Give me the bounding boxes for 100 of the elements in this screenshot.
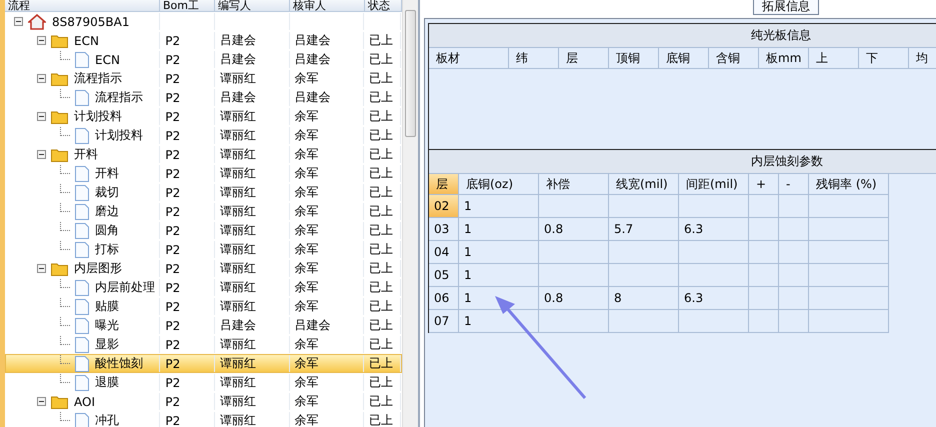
- collapse-icon[interactable]: [37, 397, 46, 406]
- table-cell: 余军: [294, 127, 319, 144]
- table-cell: P2: [165, 376, 180, 390]
- table-cell: [679, 195, 749, 218]
- table-cell: 已上: [369, 32, 394, 49]
- table-cell: 吕建会: [294, 89, 331, 106]
- scroll-thumb[interactable]: [405, 10, 416, 137]
- collapse-icon[interactable]: [37, 150, 46, 159]
- collapse-icon[interactable]: [37, 74, 46, 83]
- table-cell: 谭丽红: [220, 203, 256, 220]
- table-cell: [609, 241, 679, 264]
- table-cell: 5.7: [609, 218, 679, 241]
- document-icon: [75, 90, 89, 106]
- table-cell: P2: [165, 242, 180, 256]
- table-cell: [749, 287, 779, 310]
- tree-row[interactable]: 流程指示 P2 谭丽红 余军 已上: [5, 69, 402, 88]
- table-cell: 谭丽红: [220, 241, 256, 258]
- column-header: 间距(mil): [679, 174, 749, 195]
- table-cell: [779, 287, 809, 310]
- collapse-icon[interactable]: [37, 36, 46, 45]
- table-cell: 余军: [294, 241, 319, 258]
- tree-label: AOI: [74, 394, 95, 408]
- row-header[interactable]: 02: [429, 195, 459, 218]
- row-header[interactable]: 07: [429, 310, 459, 333]
- document-icon: [75, 166, 89, 182]
- house-icon: [28, 14, 46, 30]
- tree-row[interactable]: 磨边 P2 谭丽红 余军 已上: [5, 202, 402, 221]
- tree-label: 裁切: [95, 184, 119, 201]
- tree-row[interactable]: 曝光 P2 吕建会 吕建会 已上: [5, 316, 402, 335]
- table-cell: [749, 241, 779, 264]
- splitter-handle[interactable]: [418, 0, 420, 427]
- column-header: 顶铜: [609, 48, 659, 69]
- table-cell: P2: [165, 224, 180, 238]
- tree-row[interactable]: ECN P2 吕建会 吕建会 已上: [5, 31, 402, 50]
- table-cell: P2: [165, 300, 180, 314]
- table-cell: 谭丽红: [220, 336, 256, 353]
- row-header[interactable]: 04: [429, 241, 459, 264]
- collapse-icon[interactable]: [14, 17, 23, 26]
- tree-row[interactable]: 裁切 P2 谭丽红 余军 已上: [5, 183, 402, 202]
- collapse-icon[interactable]: [37, 112, 46, 121]
- column-header[interactable]: 流程: [5, 0, 160, 11]
- tree-row[interactable]: 8S87905BA1: [5, 12, 402, 31]
- tree-row[interactable]: 退膜 P2 谭丽红 余军 已上: [5, 373, 402, 392]
- tree-row[interactable]: ECN P2 吕建会 吕建会 已上: [5, 50, 402, 69]
- column-header[interactable]: 编写人: [215, 0, 290, 11]
- table-cell: 已上: [369, 241, 394, 258]
- table-cell: 已上: [369, 146, 394, 163]
- table-cell: P2: [165, 394, 180, 408]
- document-icon: [75, 298, 89, 314]
- folder-icon: [51, 394, 68, 408]
- table-cell: 已上: [369, 279, 394, 296]
- table-cell: 0.8: [539, 218, 609, 241]
- tree-row[interactable]: AOI P2 谭丽红 余军 已上: [5, 392, 402, 411]
- tree-row[interactable]: 流程指示 P2 吕建会 吕建会 已上: [5, 88, 402, 107]
- document-icon: [75, 204, 89, 220]
- table-cell: 0.8: [539, 287, 609, 310]
- column-header: 均: [909, 48, 936, 69]
- tree-row[interactable]: 内层前处理 P2 谭丽红 余军 已上: [5, 278, 402, 297]
- table-cell: [679, 310, 749, 333]
- tree-row[interactable]: 开料 P2 谭丽红 余军 已上: [5, 145, 402, 164]
- table-cell: 吕建会: [220, 51, 256, 68]
- table-cell: [779, 241, 809, 264]
- tree-row[interactable]: 圆角 P2 谭丽红 余军 已上: [5, 221, 402, 240]
- document-icon: [75, 242, 89, 258]
- tree-row[interactable]: 冲孔 P2 谭丽红 余军 已上: [5, 411, 402, 427]
- table-cell: 已上: [369, 70, 394, 87]
- tree-row[interactable]: 打标 P2 谭丽红 余军 已上: [5, 240, 402, 259]
- table-cell: 谭丽红: [220, 184, 256, 201]
- table-cell: P2: [165, 128, 180, 142]
- table-cell: 已上: [369, 108, 394, 125]
- table-cell: 1: [459, 218, 539, 241]
- document-icon: [75, 356, 89, 372]
- column-header: 线宽(mil): [609, 174, 679, 195]
- tree-row[interactable]: 酸性蚀刻 P2 谭丽红 余军 已上: [5, 354, 402, 373]
- tree-row[interactable]: 计划投料 P2 谭丽红 余军 已上: [5, 107, 402, 126]
- document-icon: [75, 336, 89, 352]
- tree-row[interactable]: 计划投料 P2 谭丽红 余军 已上: [5, 126, 402, 145]
- table-cell: P2: [165, 356, 180, 370]
- tree-label: 圆角: [95, 222, 119, 239]
- row-header[interactable]: 05: [429, 264, 459, 287]
- tree-row[interactable]: 内层图形 P2 谭丽红 余军 已上: [5, 259, 402, 278]
- row-header[interactable]: 06: [429, 287, 459, 310]
- tree-row[interactable]: 显影 P2 谭丽红 余军 已上: [5, 335, 402, 354]
- table-cell: 余军: [294, 260, 319, 277]
- scrollbar[interactable]: [402, 0, 418, 427]
- folder-icon: [51, 110, 68, 124]
- tree-label: 计划投料: [74, 108, 122, 125]
- table-cell: 已上: [369, 51, 394, 68]
- tree-row[interactable]: 开料 P2 谭丽红 余军 已上: [5, 164, 402, 183]
- table-cell: [539, 195, 609, 218]
- row-header[interactable]: 03: [429, 218, 459, 241]
- table-cell: 余军: [294, 393, 319, 410]
- column-header[interactable]: 核审人: [290, 0, 365, 11]
- column-header[interactable]: Bom工: [160, 0, 215, 11]
- tab[interactable]: 拓展信息: [753, 0, 819, 15]
- tree-row[interactable]: 贴膜 P2 谭丽红 余军 已上: [5, 297, 402, 316]
- table-cell: P2: [165, 186, 180, 200]
- collapse-icon[interactable]: [37, 264, 46, 273]
- table-cell: 余军: [294, 108, 319, 125]
- table-cell: 余军: [294, 412, 319, 427]
